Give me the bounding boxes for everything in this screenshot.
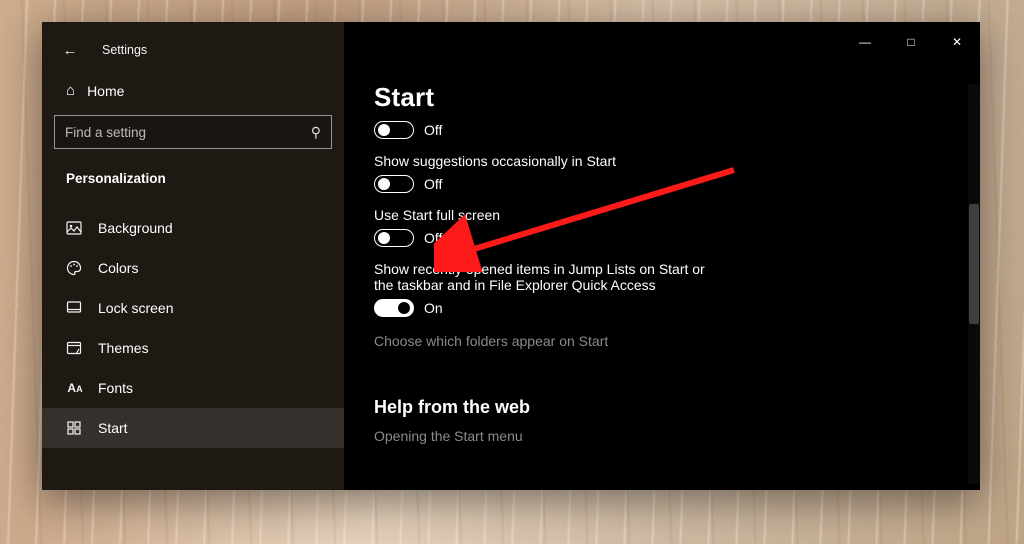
- picture-icon: [66, 220, 84, 236]
- search-box[interactable]: ⚲: [54, 115, 332, 149]
- palette-icon: [66, 260, 84, 276]
- toggle[interactable]: [374, 299, 414, 317]
- scroll-area: Start Off Show suggestions occasionally …: [374, 82, 966, 490]
- setting-recent-jumplists: Show recently opened items in Jump Lists…: [374, 261, 966, 317]
- home-icon: ⌂: [66, 82, 75, 99]
- sidebar-item-themes[interactable]: Themes: [42, 328, 344, 368]
- setting-label: Show suggestions occasionally in Start: [374, 153, 966, 169]
- sidebar-item-label: Lock screen: [98, 300, 173, 316]
- help-link[interactable]: Opening the Start menu: [374, 428, 966, 444]
- app-title: Settings: [102, 43, 147, 57]
- content-pane: — □ ✕ Start Off Show suggestions occasio…: [344, 22, 980, 490]
- sidebar-nav: Background Colors Lock screen Themes AA …: [42, 208, 344, 448]
- sidebar-item-label: Fonts: [98, 380, 133, 396]
- search-icon: ⚲: [311, 124, 321, 141]
- close-button[interactable]: ✕: [934, 22, 980, 62]
- toggle-state: Off: [424, 122, 442, 138]
- setting-show-suggestions: Show suggestions occasionally in Start O…: [374, 153, 966, 193]
- setting-label: Use Start full screen: [374, 207, 966, 223]
- setting-start-full-screen: Use Start full screen Off: [374, 207, 966, 247]
- choose-folders-link[interactable]: Choose which folders appear on Start: [374, 333, 966, 349]
- sidebar-item-label: Themes: [98, 340, 149, 356]
- sidebar: ← Settings ⌂ Home ⚲ Personalization Back…: [42, 22, 344, 490]
- toggle[interactable]: [374, 121, 414, 139]
- setting-label: Show recently opened items in Jump Lists…: [374, 261, 714, 293]
- help-heading: Help from the web: [374, 397, 966, 418]
- scrollbar[interactable]: [968, 84, 980, 484]
- sidebar-item-colors[interactable]: Colors: [42, 248, 344, 288]
- setting-partial: Off: [374, 121, 966, 139]
- back-button[interactable]: ←: [56, 42, 84, 59]
- sidebar-item-label: Colors: [98, 260, 138, 276]
- sidebar-item-background[interactable]: Background: [42, 208, 344, 248]
- toggle-state: Off: [424, 230, 442, 246]
- toggle-state: Off: [424, 176, 442, 192]
- page-title: Start: [374, 82, 966, 113]
- window-controls: — □ ✕: [842, 22, 980, 62]
- sidebar-item-label: Background: [98, 220, 173, 236]
- themes-icon: [66, 340, 84, 356]
- toggle-state: On: [424, 300, 443, 316]
- sidebar-item-label: Start: [98, 420, 128, 436]
- sidebar-home[interactable]: ⌂ Home: [42, 66, 344, 113]
- scrollbar-thumb[interactable]: [969, 204, 979, 324]
- search-input[interactable]: [65, 125, 311, 140]
- settings-window: ← Settings ⌂ Home ⚲ Personalization Back…: [42, 22, 980, 490]
- section-heading: Personalization: [42, 149, 344, 194]
- fonts-icon: AA: [66, 381, 84, 395]
- maximize-button[interactable]: □: [888, 22, 934, 62]
- sidebar-home-label: Home: [87, 83, 124, 99]
- sidebar-item-lockscreen[interactable]: Lock screen: [42, 288, 344, 328]
- sidebar-item-start[interactable]: Start: [42, 408, 344, 448]
- minimize-button[interactable]: —: [842, 22, 888, 62]
- start-icon: [66, 420, 84, 436]
- lockscreen-icon: [66, 300, 84, 316]
- toggle[interactable]: [374, 229, 414, 247]
- sidebar-item-fonts[interactable]: AA Fonts: [42, 368, 344, 408]
- toggle[interactable]: [374, 175, 414, 193]
